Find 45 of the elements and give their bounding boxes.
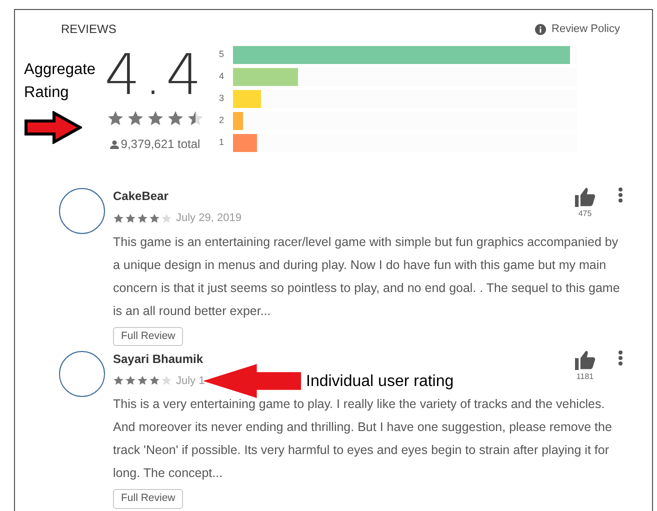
total-ratings: 9,379,621 total [120, 136, 200, 153]
review-text: This is a very entertaining game to play. I really like the variety of tracks and the vehicles. And moreover its never ending and thrilling. But I have one suggestion, please remove the track 'Neon' if possible. Its very harmful to eyes and eyes begin to strain after playing it for long. The concept... [113, 396, 613, 482]
star-icon [137, 375, 148, 386]
star-icon [166, 110, 184, 127]
star-icon [113, 375, 124, 386]
star-icon [161, 212, 172, 224]
arrow-drawing [24, 111, 82, 144]
full-review-button[interactable]: Full Review [113, 489, 184, 509]
annotation-label: Aggregate Rating [24, 60, 97, 103]
rating-label: 5 [219, 48, 226, 62]
rating-label: 4 [219, 70, 226, 84]
review-date: July 1 [176, 374, 205, 388]
full-review-button[interactable]: Full Review [113, 326, 184, 346]
annotation-label: Individual user rating [306, 372, 454, 392]
review-date: July 29, 2019 [176, 211, 242, 226]
star-icon [186, 110, 204, 127]
rating-label: 1 [219, 136, 226, 150]
rating-label: 3 [219, 92, 226, 106]
star-icon [126, 110, 144, 127]
star-icon [149, 375, 160, 386]
star-icon [149, 212, 160, 224]
thumbs-up-icon[interactable] [574, 187, 596, 207]
star-icon [137, 212, 148, 224]
rating-label: 2 [219, 114, 226, 128]
star-icon [106, 110, 124, 127]
like-count: 475 [578, 208, 592, 220]
star-icon [125, 375, 136, 386]
reviewer-name: CakeBear [113, 188, 170, 205]
more-options-icon[interactable] [618, 350, 623, 366]
like-count: 1181 [576, 370, 594, 382]
star-icon [146, 110, 164, 127]
star-icon [113, 212, 124, 224]
average-rating: 4.4 [104, 46, 206, 106]
avatar [59, 350, 105, 396]
star-icon [125, 212, 136, 224]
person-icon [110, 140, 119, 148]
thumbs-up-icon[interactable] [574, 350, 596, 370]
section-title: REVIEWS [61, 21, 116, 38]
reviewer-name: Sayari Bhaumik [113, 350, 204, 368]
avatar [59, 188, 105, 234]
review-text: This game is an entertaining racer/level game with simple but fun graphics accompanied by a unique design in menus and during play. Now I do have fun with this game but my main concern is that it just seems so pointless to play, and no end goal. . The sequel to this game is an all round better exper... [113, 234, 621, 320]
info-icon [534, 24, 546, 34]
star-icon [161, 375, 172, 386]
more-options-icon[interactable] [618, 187, 623, 203]
review-policy-link[interactable]: Review Policy [534, 20, 620, 38]
